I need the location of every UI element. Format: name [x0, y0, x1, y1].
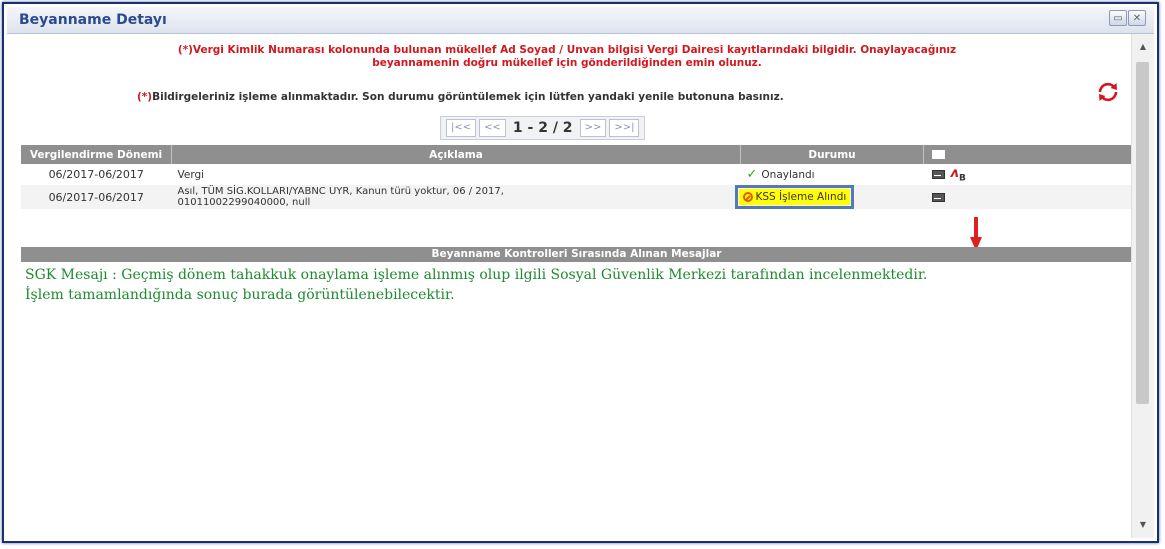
pdf-icon[interactable]: ᴧB: [951, 166, 966, 184]
row-description: Asıl, TÜM SİG.KOLLARI/YABNC UYR, Kanun t…: [171, 185, 741, 209]
notice-text: (*)Bildirgeleriniz işleme alınmaktadır. …: [137, 91, 784, 103]
vertical-scrollbar[interactable]: ▲ ▼: [1131, 34, 1154, 538]
last-page-button[interactable]: >>|: [609, 119, 640, 137]
close-icon: ✕: [1132, 12, 1142, 24]
row-period: 06/2017-06/2017: [21, 185, 172, 209]
message-line-2: İşlem tamamlandığında sonuç burada görün…: [25, 287, 455, 303]
col-description: Açıklama: [171, 145, 741, 164]
window-title: Beyanname Detayı: [19, 12, 167, 28]
first-page-button[interactable]: |<<: [446, 119, 477, 137]
warning-line-1: (*)Vergi Kimlik Numarası kolonunda bulun…: [177, 44, 957, 56]
mail-icon: [932, 150, 945, 159]
title-bar: Beyanname Detayı ▭ ✕: [7, 7, 1154, 34]
notice-message: Bildirgeleriniz işleme alınmaktadır. Son…: [152, 91, 784, 103]
messages-header: Beyanname Kontrolleri Sırasında Alınan M…: [21, 247, 1132, 262]
scroll-thumb[interactable]: [1136, 62, 1149, 404]
scroll-up-icon[interactable]: ▲: [1132, 38, 1154, 56]
red-arrow-icon: [970, 217, 982, 251]
window-buttons: ▭ ✕: [1109, 10, 1146, 26]
notice-star: (*): [137, 91, 153, 103]
col-status: Durumu: [740, 145, 924, 164]
warning-text: (*)Vergi Kimlik Numarası kolonunda bulun…: [37, 44, 1097, 70]
table-row: 06/2017-06/2017 Asıl, TÜM SİG.KOLLARI/YA…: [21, 185, 1132, 209]
refresh-icon[interactable]: [1096, 80, 1120, 104]
col-mail: [923, 145, 1132, 164]
no-entry-icon: [742, 192, 753, 202]
row-description: Vergi: [171, 164, 741, 185]
mail-icon[interactable]: [931, 192, 945, 202]
row-description-line-1: Asıl, TÜM SİG.KOLLARI/YABNC UYR, Kanun t…: [177, 186, 504, 197]
message-line-1: SGK Mesajı : Geçmiş dönem tahakkuk onayl…: [25, 267, 928, 283]
scroll-down-icon[interactable]: ▼: [1132, 516, 1154, 534]
dialog-window: Beyanname Detayı ▭ ✕ (*)Vergi Kimlik Num…: [2, 2, 1159, 543]
restore-icon: ▭: [1113, 12, 1123, 24]
next-page-button[interactable]: >>: [579, 119, 607, 137]
row-actions: ᴧB: [923, 164, 1132, 185]
pagination: |<< << 1 - 2 / 2 >> >>|: [440, 116, 646, 140]
restore-button[interactable]: ▭: [1109, 10, 1127, 26]
row-status: KSS İşleme Alındı: [734, 185, 924, 209]
status-label: Onaylandı: [761, 168, 815, 181]
row-description-line-2: 01011002299040000, null: [177, 197, 311, 208]
page-info: 1 - 2 / 2: [512, 120, 573, 136]
row-status: ✓ Onaylandı: [740, 164, 924, 185]
table-header-row: Vergilendirme Dönemi Açıklama Durumu: [21, 145, 1132, 164]
status-badge: KSS İşleme Alındı: [738, 189, 851, 205]
prev-page-button[interactable]: <<: [479, 119, 506, 137]
status-highlight-box: KSS İşleme Alındı: [734, 185, 855, 209]
table-row: 06/2017-06/2017 Vergi ✓ Onaylandı ᴧB: [21, 164, 1132, 185]
dialog-content: (*)Vergi Kimlik Numarası kolonunda bulun…: [7, 34, 1132, 538]
status-label: KSS İşleme Alındı: [755, 191, 847, 203]
warning-line-2: beyannamenin doğru mükellef için gönderi…: [372, 57, 762, 69]
check-icon: ✓: [746, 167, 758, 182]
close-button[interactable]: ✕: [1128, 10, 1146, 26]
row-period: 06/2017-06/2017: [21, 164, 172, 185]
col-period: Vergilendirme Dönemi: [21, 145, 172, 164]
row-actions: [923, 185, 1132, 209]
messages-panel: Beyanname Kontrolleri Sırasında Alınan M…: [21, 247, 1132, 308]
declarations-table: Vergilendirme Dönemi Açıklama Durumu 06/…: [21, 145, 1132, 209]
messages-body: SGK Mesajı : Geçmiş dönem tahakkuk onayl…: [21, 262, 1132, 308]
mail-icon[interactable]: [931, 170, 945, 179]
